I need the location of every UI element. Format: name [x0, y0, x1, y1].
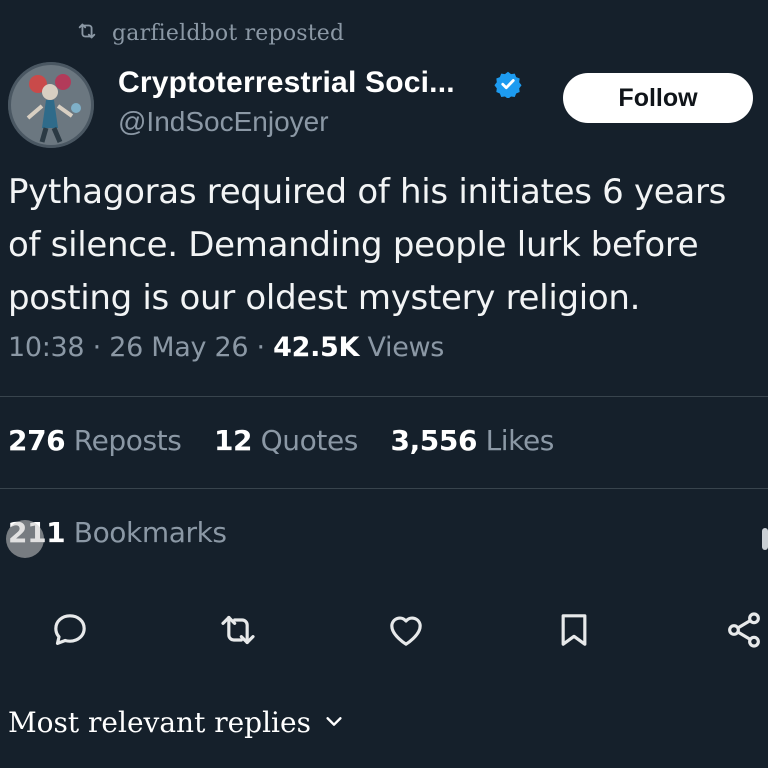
quotes-label: Quotes: [260, 424, 359, 457]
meta-separator: ·: [256, 332, 266, 363]
repost-icon: [76, 20, 98, 47]
divider: [0, 396, 768, 397]
like-button[interactable]: [384, 608, 428, 652]
views-label: Views: [367, 332, 445, 363]
like-icon: [390, 616, 422, 646]
repost-icon: [221, 615, 255, 645]
repost-button[interactable]: [216, 608, 260, 652]
follow-button[interactable]: Follow: [563, 73, 753, 123]
tweet-date[interactable]: 26 May 26: [109, 332, 248, 363]
engagement-stats: 276 Reposts 12 Quotes 3,556 Likes: [8, 424, 578, 457]
repost-header[interactable]: garfieldbot reposted: [76, 18, 344, 48]
tweet-line: of silence. Demanding people lurk before: [8, 225, 699, 265]
reply-button[interactable]: [48, 608, 92, 652]
bookmarks-label: Bookmarks: [73, 516, 227, 549]
reply-icon: [54, 614, 86, 645]
share-button[interactable]: [722, 608, 766, 652]
likes-stat[interactable]: 3,556 Likes: [390, 424, 554, 457]
tweet-text: Pythagoras required of his initiates 6 y…: [8, 166, 768, 325]
likes-label: Likes: [485, 424, 555, 457]
views-count: 42.5K: [273, 332, 360, 363]
share-icon: [728, 612, 760, 648]
bookmark-button[interactable]: [552, 608, 596, 652]
avatar[interactable]: [8, 62, 94, 148]
verified-badge-icon: [494, 70, 522, 99]
bookmarks-count: 211: [8, 516, 66, 549]
meta-separator: ·: [92, 332, 102, 363]
author-display-name[interactable]: Cryptoterrestrial Soci...: [118, 66, 455, 100]
tweet-line: Pythagoras required of his initiates 6 y…: [8, 172, 727, 212]
scroll-edge-indicator: [762, 528, 768, 550]
bookmarks-stat[interactable]: 211 Bookmarks: [8, 516, 227, 549]
tweet-time[interactable]: 10:38: [8, 332, 85, 363]
tweet-line: posting is our oldest mystery religion.: [8, 278, 641, 318]
divider: [0, 488, 768, 489]
reposts-label: Reposts: [73, 424, 182, 457]
reposts-stat[interactable]: 276 Reposts: [8, 424, 182, 457]
author-handle[interactable]: @IndSocEnjoyer: [118, 106, 329, 138]
repost-text: garfieldbot reposted: [112, 20, 345, 46]
quotes-count: 12: [213, 424, 253, 457]
replies-sort-dropdown[interactable]: Most relevant replies: [8, 706, 345, 739]
quotes-stat[interactable]: 12 Quotes: [214, 424, 358, 457]
likes-count: 3,556: [390, 424, 478, 457]
tweet-meta: 10:38 · 26 May 26 · 42.5K Views: [8, 332, 444, 363]
replies-sort-label: Most relevant replies: [8, 706, 311, 739]
reposts-count: 276: [8, 424, 66, 457]
bookmark-icon: [561, 614, 587, 646]
chevron-down-icon: [323, 706, 345, 739]
